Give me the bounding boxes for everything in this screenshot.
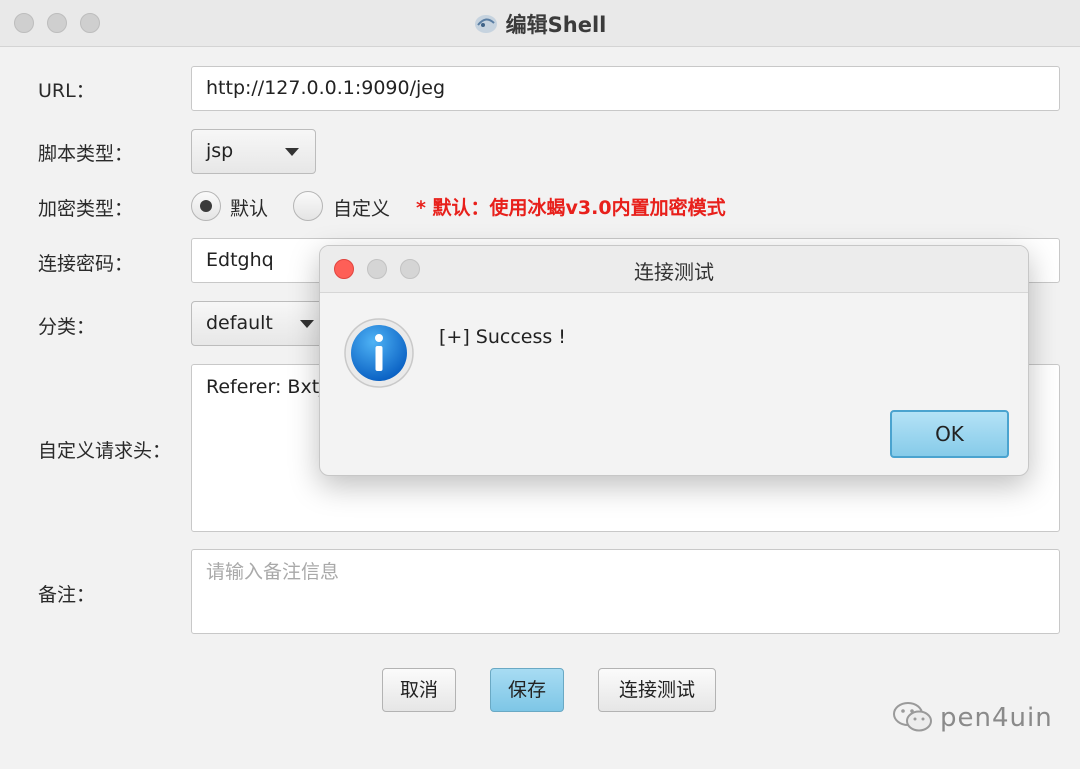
ok-button[interactable]: OK bbox=[890, 410, 1009, 458]
title-bar: 编辑Shell bbox=[0, 0, 1080, 47]
connection-test-button[interactable]: 连接测试 bbox=[598, 668, 716, 712]
watermark-text: pen4uin bbox=[940, 703, 1053, 733]
dialog-message: [+] Success ! bbox=[439, 326, 566, 348]
scorpion-app-icon bbox=[474, 15, 497, 33]
dialog-title-bar: 连接测试 bbox=[320, 246, 1028, 293]
save-button[interactable]: 保存 bbox=[490, 668, 564, 712]
category-select[interactable]: default bbox=[191, 301, 331, 346]
watermark: pen4uin bbox=[892, 700, 1053, 734]
cancel-button[interactable]: 取消 bbox=[382, 668, 456, 712]
wechat-icon bbox=[893, 702, 932, 732]
info-icon bbox=[344, 318, 414, 388]
radio-custom-label[interactable]: 自定义 bbox=[333, 194, 390, 221]
connection-test-dialog: 连接测试 [+] Success ! OK bbox=[319, 245, 1029, 476]
url-input[interactable]: http://127.0.0.1:9090/jeg bbox=[191, 66, 1060, 111]
window-title: 编辑Shell bbox=[505, 13, 607, 37]
window-title-area: 编辑Shell bbox=[0, 9, 1080, 39]
radio-default-label[interactable]: 默认 bbox=[230, 194, 268, 221]
script-type-select[interactable]: jsp bbox=[191, 129, 316, 174]
chevron-down-icon bbox=[285, 147, 299, 156]
dialog-title: 连接测试 bbox=[634, 260, 714, 284]
chevron-down-icon bbox=[300, 319, 314, 328]
category-label: 分类： bbox=[38, 316, 96, 338]
remark-label: 备注： bbox=[38, 584, 96, 606]
remark-textarea[interactable]: 请输入备注信息 bbox=[191, 549, 1060, 634]
radio-custom[interactable] bbox=[293, 191, 323, 221]
script-type-value: jsp bbox=[206, 140, 234, 162]
url-label: URL： bbox=[38, 80, 95, 102]
radio-default[interactable] bbox=[191, 191, 221, 221]
password-label: 连接密码： bbox=[38, 253, 134, 275]
category-value: default bbox=[206, 312, 273, 334]
script-type-label: 脚本类型： bbox=[38, 143, 134, 165]
encryption-note: * 默认：使用冰蝎v3.0内置加密模式 bbox=[416, 197, 726, 219]
headers-label: 自定义请求头： bbox=[38, 440, 172, 462]
encryption-label: 加密类型： bbox=[38, 198, 134, 220]
